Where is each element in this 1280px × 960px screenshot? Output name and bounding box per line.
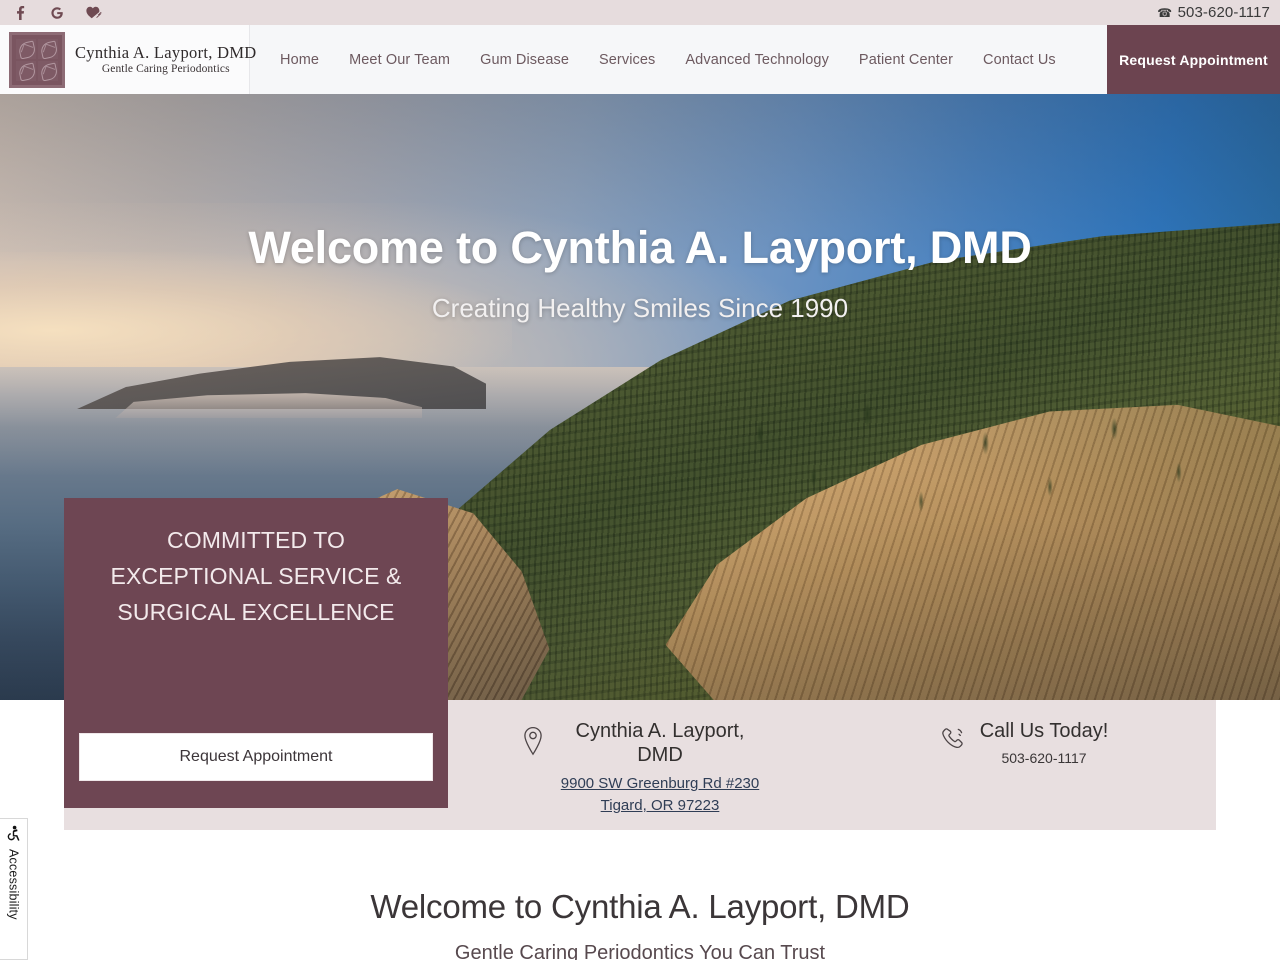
topbar-phone[interactable]: ☎ 503-620-1117 [1157, 4, 1270, 21]
map-pin-icon [521, 726, 547, 756]
promo-headline: COMMITTED TO EXCEPTIONAL SERVICE & SURGI… [88, 522, 424, 630]
info-call-body: Call Us Today! 503-620-1117 [980, 720, 1109, 766]
welcome-section: Welcome to Cynthia A. Layport, DMD Gentl… [0, 830, 1280, 960]
page-root: ☎ 503-620-1117 Cynthia A. Layport, DMD G… [0, 0, 1280, 960]
nav-item-contact-us[interactable]: Contact Us [968, 52, 1071, 68]
welcome-subheading: Gentle Caring Periodontics You Can Trust [454, 942, 826, 960]
welcome-heading: Welcome to Cynthia A. Layport, DMD [370, 888, 910, 925]
accessibility-widget-button[interactable]: Accessibility [0, 818, 28, 960]
accessibility-widget-label: Accessibility [6, 849, 21, 920]
wheelchair-accessibility-icon [5, 825, 23, 843]
nav-item-advanced-technology[interactable]: Advanced Technology [670, 52, 844, 68]
promo-headline-line-3: SURGICAL EXCELLENCE [117, 599, 395, 625]
window-leaf-logo-icon [9, 31, 65, 88]
main-navigation: Home Meet Our Team Gum Disease Services … [250, 25, 1107, 94]
phone-icon: ☎ [1156, 5, 1172, 20]
topbar-phone-number: 503-620-1117 [1177, 4, 1270, 21]
facebook-icon[interactable] [12, 5, 28, 21]
top-utility-bar: ☎ 503-620-1117 [0, 0, 1280, 25]
logo-tagline: Gentle Caring Periodontics [101, 62, 230, 75]
google-icon[interactable] [49, 5, 65, 21]
info-location-title: Cynthia A. Layport, DMD [575, 720, 745, 766]
logo-text: Cynthia A. Layport, DMD Gentle Caring Pe… [75, 42, 257, 76]
info-call-title: Call Us Today! [979, 720, 1109, 742]
promo-headline-line-1: COMMITTED TO [167, 527, 345, 553]
hero-title: Welcome to Cynthia A. Layport, DMD [248, 222, 1032, 273]
social-links [12, 5, 102, 21]
nav-item-home[interactable]: Home [265, 52, 334, 68]
info-call-phone[interactable]: 503-620-1117 [980, 750, 1109, 766]
hero-subtitle: Creating Healthy Smiles Since 1990 [431, 293, 849, 323]
info-location-block: Cynthia A. Layport, DMD 9900 SW Greenbur… [448, 700, 832, 817]
healthgrades-heart-icon[interactable] [86, 5, 102, 21]
info-location-body: Cynthia A. Layport, DMD 9900 SW Greenbur… [561, 720, 759, 817]
logo-practice-name: Cynthia A. Layport, DMD [75, 42, 257, 62]
info-call-block: Call Us Today! 503-620-1117 [832, 700, 1216, 766]
nav-item-patient-center[interactable]: Patient Center [844, 52, 968, 68]
nav-item-meet-our-team[interactable]: Meet Our Team [334, 52, 465, 68]
info-address-line-1: 9900 SW Greenburg Rd #230 [560, 775, 760, 793]
promo-panel: COMMITTED TO EXCEPTIONAL SERVICE & SURGI… [64, 498, 448, 808]
site-header: Cynthia A. Layport, DMD Gentle Caring Pe… [0, 25, 1280, 94]
logo-block[interactable]: Cynthia A. Layport, DMD Gentle Caring Pe… [0, 25, 256, 94]
promo-headline-line-2: EXCEPTIONAL SERVICE & [110, 563, 402, 589]
header-request-appointment-button[interactable]: Request Appointment [1107, 25, 1280, 94]
nav-item-gum-disease[interactable]: Gum Disease [465, 52, 584, 68]
phone-ring-icon [940, 726, 966, 756]
promo-request-appointment-button[interactable]: Request Appointment [79, 733, 433, 781]
info-location-address[interactable]: 9900 SW Greenburg Rd #230 Tigard, OR 972… [561, 773, 759, 817]
info-address-line-2: Tigard, OR 97223 [600, 796, 720, 814]
nav-item-services[interactable]: Services [584, 52, 670, 68]
